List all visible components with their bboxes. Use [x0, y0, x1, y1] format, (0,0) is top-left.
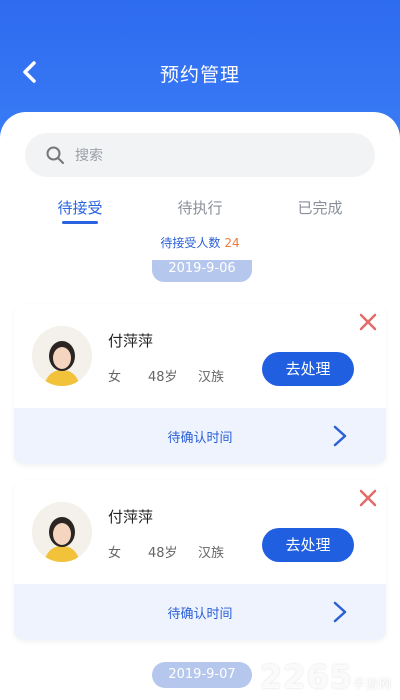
pending-count-value: 24 — [224, 236, 240, 250]
avatar — [32, 502, 92, 562]
footer-status-text: 待确认时间 — [167, 607, 233, 622]
search-icon — [46, 146, 64, 164]
chevron-right-icon[interactable] — [332, 424, 348, 448]
patient-ethnicity: 汉族 — [198, 546, 225, 561]
search-input[interactable] — [73, 133, 367, 179]
search-box[interactable] — [25, 133, 375, 179]
pending-count: 待接受人数 24 — [0, 234, 400, 251]
watermark-text: 2265 — [259, 658, 353, 696]
watermark-subtext: 手游网 — [352, 677, 392, 691]
patient-age: 48岁 — [148, 546, 178, 561]
appointment-card: 付萍萍 女 48岁 汉族 去处理 待确认时间 — [14, 480, 386, 640]
patient-name: 付萍萍 — [108, 332, 154, 350]
person-avatar-icon — [32, 326, 92, 386]
patient-age: 48岁 — [148, 370, 178, 385]
patient-name: 付萍萍 — [108, 508, 154, 526]
footer-status-text: 待确认时间 — [167, 431, 233, 446]
person-avatar-icon — [32, 502, 92, 562]
date-pill: 2019-9-07 — [152, 662, 252, 688]
active-tab-indicator — [62, 221, 98, 224]
tab-pending-accept[interactable]: 待接受 — [20, 197, 140, 218]
avatar — [32, 326, 92, 386]
tab-pending-execute[interactable]: 待执行 — [140, 197, 260, 218]
card-footer[interactable]: 待确认时间 — [14, 408, 386, 464]
appointment-card: 付萍萍 女 48岁 汉族 去处理 待确认时间 — [14, 304, 386, 464]
patient-gender: 女 — [108, 370, 122, 385]
chevron-right-icon[interactable] — [332, 600, 348, 624]
patient-ethnicity: 汉族 — [198, 370, 225, 385]
tab-completed[interactable]: 已完成 — [260, 197, 380, 218]
process-button[interactable]: 去处理 — [262, 352, 354, 386]
close-icon[interactable] — [358, 488, 378, 508]
patient-gender: 女 — [108, 546, 122, 561]
pending-count-label: 待接受人数 — [160, 236, 221, 250]
date-pill: 2019-9-06 — [152, 260, 252, 282]
process-button[interactable]: 去处理 — [262, 528, 354, 562]
page-title: 预约管理 — [159, 64, 240, 86]
close-icon[interactable] — [358, 312, 378, 332]
card-footer[interactable]: 待确认时间 — [14, 584, 386, 640]
watermark-logo: 2265手游网 — [260, 658, 392, 696]
